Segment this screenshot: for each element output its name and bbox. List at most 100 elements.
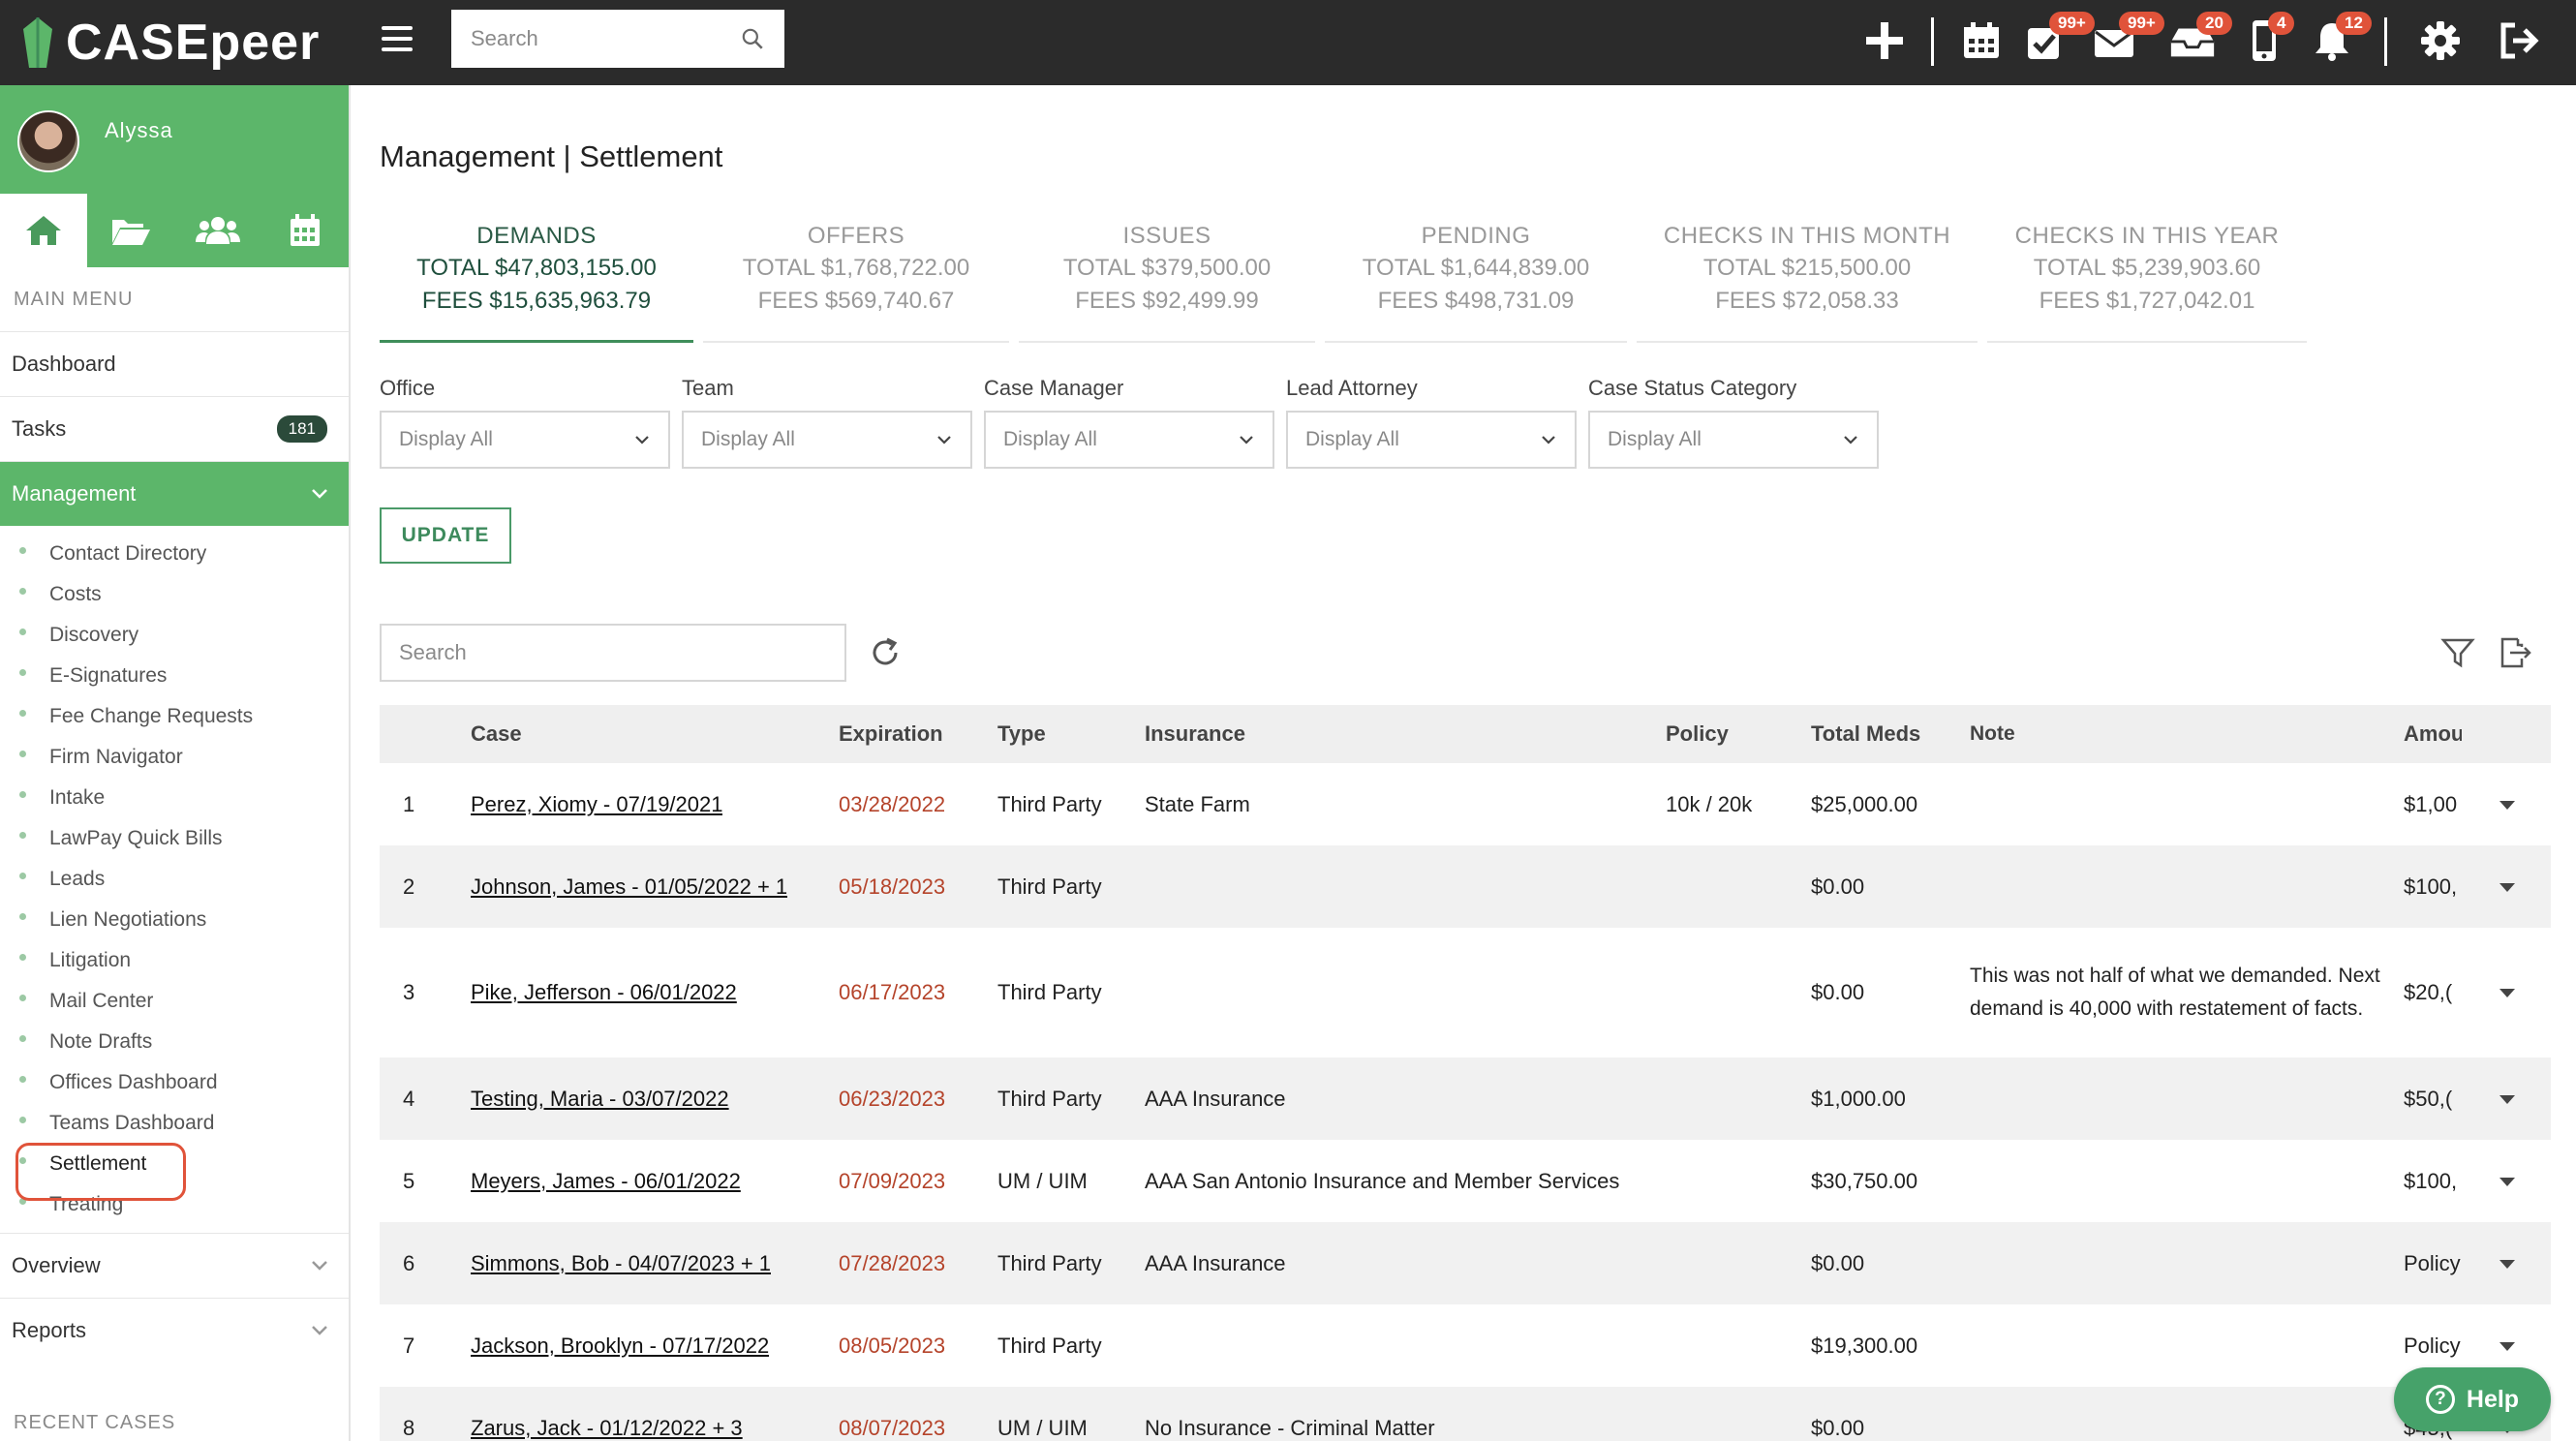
- mail-icon[interactable]: 99+: [2090, 12, 2164, 66]
- inbox-icon[interactable]: 20: [2167, 12, 2232, 66]
- office-select[interactable]: Display All: [380, 411, 670, 469]
- case-link[interactable]: Johnson, James - 01/05/2022 + 1: [471, 874, 787, 900]
- tab-total: TOTAL $379,500.00: [1062, 255, 1272, 281]
- search-icon[interactable]: [740, 26, 765, 51]
- calendar-icon[interactable]: [1956, 15, 2007, 66]
- row-expand-caret-icon[interactable]: [2493, 1332, 2522, 1361]
- submenu-item-offices-dashboard[interactable]: Offices Dashboard: [0, 1062, 349, 1103]
- submenu-item-treating[interactable]: Treating: [0, 1184, 349, 1225]
- gear-icon[interactable]: [2415, 15, 2466, 66]
- column-header-case[interactable]: Case: [471, 721, 522, 747]
- team-select[interactable]: Display All: [682, 411, 972, 469]
- column-header-note[interactable]: Note: [1970, 718, 2386, 751]
- tab-demands[interactable]: DEMANDS TOTAL $47,803,155.00 FEES $15,63…: [380, 221, 693, 343]
- table-row[interactable]: 3 Pike, Jefferson - 06/01/2022 06/17/2023 T…: [380, 928, 2551, 1058]
- table-row[interactable]: 4 Testing, Maria - 03/07/2022 06/23/2023 Th…: [380, 1058, 2551, 1140]
- table-row[interactable]: 7 Jackson, Brooklyn - 07/17/2022 08/05/202…: [380, 1304, 2551, 1387]
- column-header-amount[interactable]: Amou: [2404, 721, 2462, 747]
- update-button[interactable]: UPDATE: [380, 507, 511, 564]
- filter-funnel-icon[interactable]: [2438, 633, 2477, 672]
- table-row[interactable]: 2 Johnson, James - 01/05/2022 + 1 05/18/20…: [380, 845, 2551, 928]
- sidebar-item-reports[interactable]: Reports: [0, 1298, 349, 1363]
- submenu-item-costs[interactable]: Costs: [0, 574, 349, 615]
- table-row[interactable]: 8 Zarus, Jack - 01/12/2022 + 3 08/07/2023 U…: [380, 1387, 2551, 1441]
- case-link[interactable]: Testing, Maria - 03/07/2022: [471, 1087, 729, 1112]
- submenu-item-lawpay-quick-bills[interactable]: LawPay Quick Bills: [0, 818, 349, 859]
- case-status-category-select[interactable]: Display All: [1588, 411, 1879, 469]
- export-icon[interactable]: [2495, 633, 2533, 672]
- refresh-icon[interactable]: [866, 633, 905, 672]
- table-row[interactable]: 1 Perez, Xiomy - 07/19/2021 03/28/2022 Thir…: [380, 763, 2551, 845]
- case-link[interactable]: Simmons, Bob - 04/07/2023 + 1: [471, 1251, 771, 1276]
- submenu-item-firm-navigator[interactable]: Firm Navigator: [0, 737, 349, 778]
- calendar-nav-icon[interactable]: [261, 194, 349, 267]
- tab-total: TOTAL $5,239,903.60: [2033, 255, 2261, 281]
- submenu-item-teams-dashboard[interactable]: Teams Dashboard: [0, 1103, 349, 1144]
- row-expand-caret-icon[interactable]: [2493, 1085, 2522, 1114]
- chevron-down-icon: [312, 1261, 327, 1271]
- tab-issues[interactable]: ISSUES TOTAL $379,500.00 FEES $92,499.99: [1019, 221, 1315, 343]
- column-header-type[interactable]: Type: [997, 721, 1046, 747]
- table-search-input[interactable]: [380, 624, 846, 682]
- plus-icon[interactable]: [1859, 15, 1910, 66]
- tasks-check-icon[interactable]: 99+: [2020, 12, 2095, 66]
- column-header-total-meds[interactable]: Total Meds: [1811, 721, 1920, 747]
- table-row[interactable]: 6 Simmons, Bob - 04/07/2023 + 1 07/28/2023…: [380, 1222, 2551, 1304]
- tab-name: ISSUES: [1122, 223, 1211, 249]
- submenu-item-mail-center[interactable]: Mail Center: [0, 981, 349, 1022]
- bell-icon[interactable]: 12: [2307, 12, 2372, 66]
- submenu-item-litigation[interactable]: Litigation: [0, 940, 349, 981]
- submenu-item-settlement[interactable]: Settlement: [0, 1144, 349, 1184]
- tab-offers[interactable]: OFFERS TOTAL $1,768,722.00 FEES $569,740…: [703, 221, 1009, 343]
- sidebar-item-dashboard[interactable]: Dashboard: [0, 331, 349, 396]
- lead-attorney-select[interactable]: Display All: [1286, 411, 1577, 469]
- folder-open-icon[interactable]: [87, 194, 174, 267]
- case-link[interactable]: Meyers, James - 06/01/2022: [471, 1169, 741, 1194]
- sidebar-item-management[interactable]: Management: [0, 461, 349, 526]
- tab-fees: FEES $498,731.09: [1377, 288, 1575, 314]
- submenu-item-intake[interactable]: Intake: [0, 778, 349, 818]
- avatar[interactable]: [17, 110, 79, 172]
- submenu-item-lien-negotiations[interactable]: Lien Negotiations: [0, 900, 349, 940]
- filter-team: Team Display All: [682, 376, 972, 469]
- submenu-item-e-signatures[interactable]: E-Signatures: [0, 656, 349, 696]
- expiration-date: 06/23/2023: [839, 1086, 946, 1111]
- column-header-insurance[interactable]: Insurance: [1145, 721, 1245, 747]
- column-header-expiration[interactable]: Expiration: [839, 721, 943, 747]
- row-expand-caret-icon[interactable]: [2493, 978, 2522, 1007]
- tab-pending[interactable]: PENDING TOTAL $1,644,839.00 FEES $498,73…: [1325, 221, 1627, 343]
- column-header-policy[interactable]: Policy: [1666, 721, 1729, 747]
- row-expand-caret-icon[interactable]: [2493, 1167, 2522, 1196]
- case-manager-select[interactable]: Display All: [984, 411, 1274, 469]
- help-button[interactable]: ? Help: [2394, 1367, 2551, 1431]
- tab-fees: FEES $1,727,042.01: [2039, 288, 2255, 314]
- submenu-item-note-drafts[interactable]: Note Drafts: [0, 1022, 349, 1062]
- case-link[interactable]: Perez, Xiomy - 07/19/2021: [471, 792, 722, 817]
- submenu-item-contact-directory[interactable]: Contact Directory: [0, 534, 349, 574]
- submenu-item-fee-change-requests[interactable]: Fee Change Requests: [0, 696, 349, 737]
- tasks-count-badge: 181: [276, 415, 327, 443]
- home-icon[interactable]: [0, 194, 87, 267]
- phone-icon[interactable]: 4: [2239, 12, 2295, 66]
- case-link[interactable]: Jackson, Brooklyn - 07/17/2022: [471, 1334, 769, 1359]
- chevron-down-icon: [635, 436, 649, 445]
- case-type: Third Party: [997, 874, 1102, 899]
- row-expand-caret-icon[interactable]: [2493, 1249, 2522, 1278]
- hamburger-menu-icon[interactable]: [380, 21, 414, 56]
- case-link[interactable]: Pike, Jefferson - 06/01/2022: [471, 980, 737, 1005]
- users-icon[interactable]: [174, 194, 261, 267]
- logout-icon[interactable]: [2493, 15, 2543, 66]
- row-expand-caret-icon[interactable]: [2493, 873, 2522, 902]
- submenu-item-discovery[interactable]: Discovery: [0, 615, 349, 656]
- sidebar-item-overview[interactable]: Overview: [0, 1233, 349, 1298]
- expiration-date: 06/17/2023: [839, 980, 946, 1004]
- tab-checks-this-month[interactable]: CHECKS IN THIS MONTH TOTAL $215,500.00 F…: [1637, 221, 1978, 343]
- sidebar-item-tasks[interactable]: Tasks 181: [0, 396, 349, 461]
- submenu-item-leads[interactable]: Leads: [0, 859, 349, 900]
- tab-checks-this-year[interactable]: CHECKS IN THIS YEAR TOTAL $5,239,903.60 …: [1987, 221, 2307, 343]
- case-link[interactable]: Zarus, Jack - 01/12/2022 + 3: [471, 1416, 743, 1441]
- row-expand-caret-icon[interactable]: [2493, 790, 2522, 819]
- table-row[interactable]: 5 Meyers, James - 06/01/2022 07/09/2023 UM …: [380, 1140, 2551, 1222]
- casepeer-logo[interactable]: CASEpeer: [21, 6, 320, 79]
- global-search-input[interactable]: [471, 26, 740, 51]
